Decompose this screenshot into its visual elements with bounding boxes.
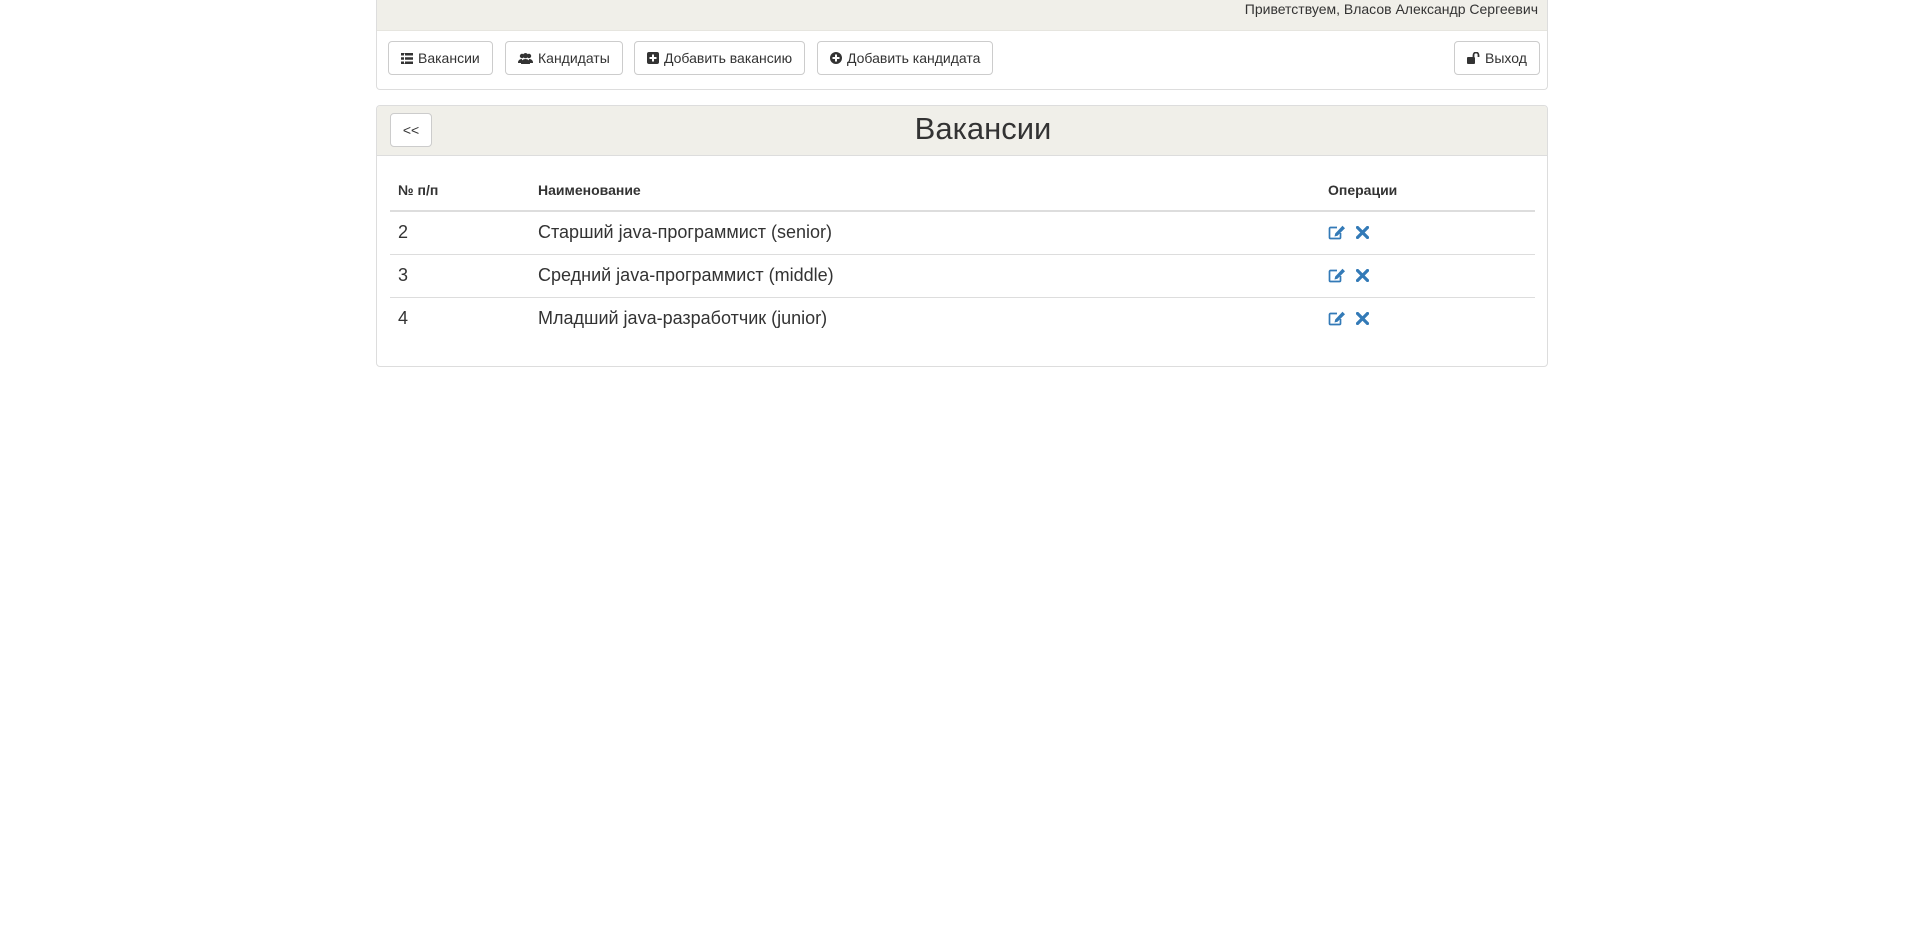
row-number: 4 [390, 296, 530, 340]
list-icon [401, 52, 413, 64]
vacancies-table: № п/п Наименование Операции 2 Старший ja… [390, 168, 1535, 340]
table-row: 4 Младший java-разработчик (junior) [390, 296, 1535, 340]
close-icon[interactable] [1356, 226, 1369, 240]
greeting-bar: Приветствуем, Власов Александр Сергеевич [377, 0, 1547, 31]
table-header-row: № п/п Наименование Операции [390, 168, 1535, 212]
row-operations [1320, 296, 1535, 340]
row-name: Младший java-разработчик (junior) [530, 296, 1320, 340]
add-candidate-button[interactable]: Добавить кандидата [817, 41, 994, 75]
add-candidate-button-label: Добавить кандидата [847, 50, 981, 66]
logout-button-label: Выход [1485, 50, 1527, 66]
greeting-text: Приветствуем, Власов Александр Сергеевич [1244, 1, 1538, 17]
table-row: 3 Средний java-программист (middle) [390, 253, 1535, 297]
row-operations [1320, 211, 1535, 254]
candidates-button-label: Кандидаты [538, 50, 610, 66]
row-number: 3 [390, 253, 530, 297]
top-panel: Приветствуем, Власов Александр Сергеевич… [376, 0, 1548, 90]
vacancies-button-label: Вакансии [418, 50, 480, 66]
users-icon [518, 52, 533, 64]
close-icon[interactable] [1356, 269, 1369, 282]
add-vacancy-button-label: Добавить вакансию [664, 50, 793, 66]
close-icon[interactable] [1356, 312, 1369, 326]
column-header-number: № п/п [390, 168, 530, 212]
plus-circle-icon [830, 52, 842, 64]
nav-bar: Вакансии Кандидаты Добавить вакансию Доб… [377, 31, 1547, 89]
row-name: Средний java-программист (middle) [530, 253, 1320, 297]
edit-icon[interactable] [1328, 311, 1346, 326]
vacancies-panel-heading: << Вакансии [377, 106, 1547, 156]
page-title: Вакансии [914, 111, 1052, 146]
add-vacancy-button[interactable]: Добавить вакансию [634, 41, 806, 75]
candidates-button[interactable]: Кандидаты [505, 41, 623, 75]
vacancies-panel: << Вакансии № п/п Наименование Операции … [376, 105, 1548, 367]
table-row: 2 Старший java-программист (senior) [390, 211, 1535, 254]
row-operations [1320, 253, 1535, 297]
row-name: Старший java-программист (senior) [538, 222, 833, 243]
column-header-name: Наименование [530, 168, 1320, 212]
edit-icon[interactable] [1328, 268, 1346, 283]
edit-icon[interactable] [1328, 225, 1346, 240]
row-number: 2 [398, 222, 409, 243]
logout-button[interactable]: Выход [1454, 41, 1540, 75]
unlock-icon [1467, 52, 1480, 64]
plus-square-icon [647, 52, 659, 64]
vacancies-button[interactable]: Вакансии [388, 41, 493, 75]
column-header-operations: Операции [1320, 168, 1535, 212]
